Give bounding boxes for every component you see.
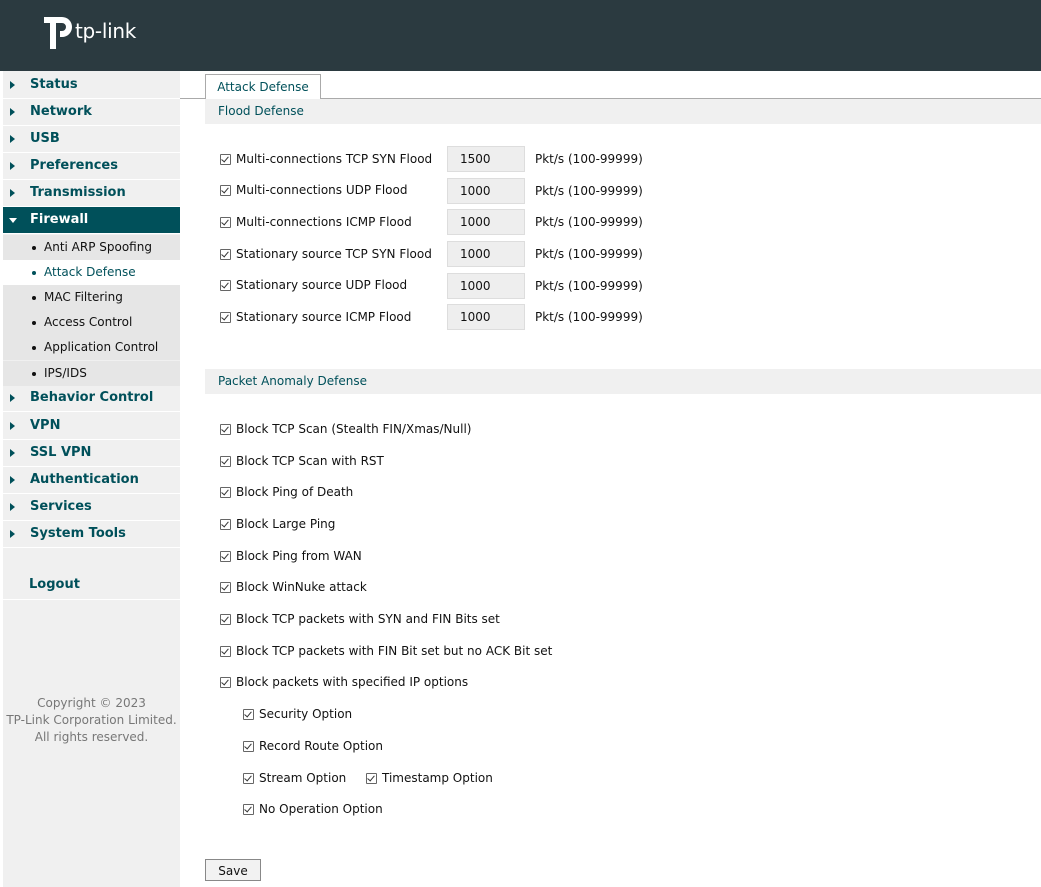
bullet-icon	[32, 296, 36, 300]
checkbox-block-syn-fin[interactable]	[220, 614, 231, 625]
caret-right-icon	[10, 108, 15, 116]
bullet-icon	[32, 271, 36, 275]
checkbox-stream-option[interactable]	[243, 773, 254, 784]
bullet-icon	[32, 246, 36, 250]
checkbox-timestamp-option[interactable]	[366, 773, 377, 784]
udp-flood-input[interactable]: 1000	[447, 178, 525, 204]
subnav-item-ips-ids[interactable]: IPS/IDS	[3, 361, 180, 386]
caret-right-icon	[10, 449, 15, 457]
subnav-item-access-control[interactable]: Access Control	[3, 310, 180, 335]
nav-item-system-tools[interactable]: System Tools	[3, 521, 180, 548]
checkbox-no-operation-option[interactable]	[243, 804, 254, 815]
checkbox-block-tcp-scan[interactable]	[220, 424, 231, 435]
nav-item-vpn[interactable]: VPN	[3, 413, 180, 440]
stationary-udp-flood-input[interactable]: 1000	[447, 273, 525, 299]
sidebar: Status Network USB Preferences Transmiss…	[3, 71, 180, 887]
nav-item-usb[interactable]: USB	[3, 126, 180, 153]
nav-item-authentication[interactable]: Authentication	[3, 467, 180, 494]
bullet-icon	[32, 372, 36, 376]
subnav-item-attack-defense[interactable]: Attack Defense	[3, 260, 180, 285]
checkbox-block-fin-no-ack[interactable]	[220, 646, 231, 657]
checkbox-block-ip-options[interactable]	[220, 677, 231, 688]
bullet-icon	[32, 321, 36, 325]
nav-item-preferences[interactable]: Preferences	[3, 153, 180, 180]
nav-item-behavior-control[interactable]: Behavior Control	[3, 385, 180, 412]
caret-right-icon	[10, 394, 15, 402]
caret-right-icon	[10, 422, 15, 430]
nav-item-transmission[interactable]: Transmission	[3, 180, 180, 207]
stationary-icmp-flood-input[interactable]: 1000	[447, 304, 525, 330]
caret-right-icon	[10, 189, 15, 197]
caret-right-icon	[10, 162, 15, 170]
subnav-item-mac-filtering[interactable]: MAC Filtering	[3, 285, 180, 310]
tab-attack-defense[interactable]: Attack Defense	[205, 74, 321, 100]
logout-link[interactable]: Logout	[3, 571, 180, 600]
section-header-flood-defense: Flood Defense	[205, 99, 1041, 124]
header-bar: tp-link	[0, 0, 1041, 71]
checkbox-record-route-option[interactable]	[243, 741, 254, 752]
nav-item-network[interactable]: Network	[3, 99, 180, 126]
checkbox-stationary-udp-flood[interactable]	[220, 280, 231, 291]
section-header-packet-anomaly-defense: Packet Anomaly Defense	[205, 369, 1041, 394]
checkbox-icmp-flood[interactable]	[220, 217, 231, 228]
checkbox-tcp-syn-flood[interactable]	[220, 154, 231, 165]
checkbox-stationary-tcp-syn-flood[interactable]	[220, 249, 231, 260]
nav-item-ssl-vpn[interactable]: SSL VPN	[3, 440, 180, 467]
checkbox-security-option[interactable]	[243, 709, 254, 720]
checkbox-block-winnuke[interactable]	[220, 582, 231, 593]
caret-down-icon	[9, 218, 17, 223]
save-button[interactable]: Save	[205, 859, 261, 881]
checkbox-block-large-ping[interactable]	[220, 519, 231, 530]
bullet-icon	[32, 346, 36, 350]
logo-text: tp-link	[75, 19, 137, 43]
tcp-syn-flood-input[interactable]: 1500	[447, 146, 525, 172]
stationary-tcp-syn-flood-input[interactable]: 1000	[447, 241, 525, 267]
checkbox-block-tcp-scan-rst[interactable]	[220, 456, 231, 467]
copyright-text: Copyright © 2023 TP-Link Corporation Lim…	[6, 696, 177, 744]
checkbox-stationary-icmp-flood[interactable]	[220, 312, 231, 323]
caret-right-icon	[10, 135, 15, 143]
caret-right-icon	[10, 530, 15, 538]
caret-right-icon	[10, 476, 15, 484]
caret-right-icon	[10, 81, 15, 89]
checkbox-block-ping-from-wan[interactable]	[220, 551, 231, 562]
nav-item-status[interactable]: Status	[3, 72, 180, 99]
caret-right-icon	[10, 503, 15, 511]
nav-item-firewall[interactable]: Firewall	[3, 207, 180, 234]
checkbox-block-ping-of-death[interactable]	[220, 487, 231, 498]
icmp-flood-input[interactable]: 1000	[447, 209, 525, 235]
checkbox-udp-flood[interactable]	[220, 185, 231, 196]
nav-item-services[interactable]: Services	[3, 494, 180, 521]
subnav-item-application-control[interactable]: Application Control	[3, 335, 180, 360]
subnav-item-anti-arp-spoofing[interactable]: Anti ARP Spoofing	[3, 235, 180, 260]
